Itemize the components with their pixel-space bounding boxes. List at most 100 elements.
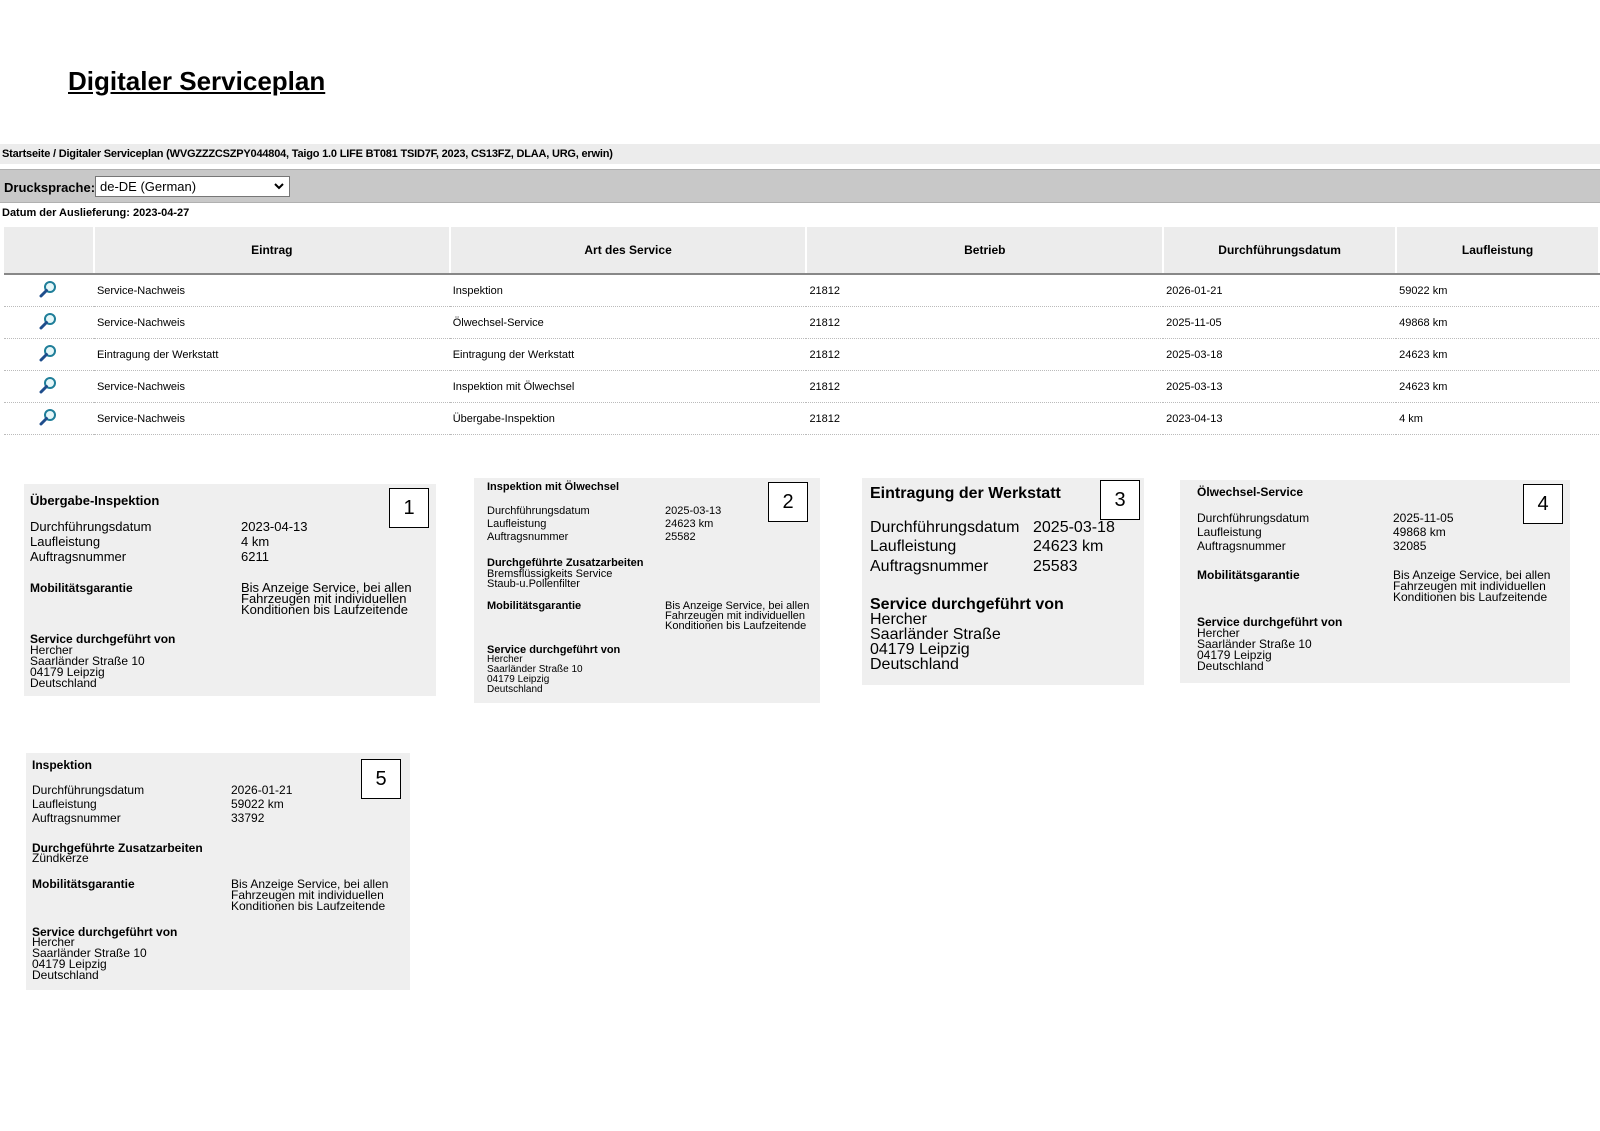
value-mileage: 24623 km xyxy=(665,518,714,530)
label-mobility: Mobilitätsgarantie xyxy=(32,877,135,891)
service-card-4: Ölwechsel-Service 4 Durchführungsdatum 2… xyxy=(1180,480,1570,683)
service-card-1: Übergabe-Inspektion 1 Durchführungsdatum… xyxy=(24,484,436,696)
cell-mileage: 59022 km xyxy=(1396,274,1599,307)
magnifier-icon[interactable] xyxy=(4,306,94,339)
value-date: 2025-11-05 xyxy=(1393,511,1454,525)
label-mileage: Laufleistung xyxy=(870,538,957,555)
label-mobility: Mobilitätsgarantie xyxy=(30,581,133,595)
extra-work-list: Bremsflüssigkeits Service Staub-u.Pollenf… xyxy=(487,568,613,590)
value-order: 32085 xyxy=(1393,539,1427,553)
breadcrumb: Startseite / Digitaler Serviceplan (WVGZ… xyxy=(0,144,1600,164)
value-order: 25582 xyxy=(665,531,696,543)
print-language-label: Drucksprache: xyxy=(4,180,96,195)
card-title: Ölwechsel-Service xyxy=(1197,485,1304,499)
service-entries-table: Eintrag Art des Service Betrieb Durchfüh… xyxy=(4,227,1600,435)
cell-mileage: 49868 km xyxy=(1396,306,1599,339)
workshop-address: Hercher Saarländer Straße 10 04179 Leipzig… xyxy=(30,643,145,690)
card-title: Inspektion xyxy=(32,758,93,772)
service-card-5: Inspektion 5 Durchführungsdatum 2026-01-… xyxy=(26,753,410,990)
table-row: Service-Nachweis Inspektion mit Ölwechsel… xyxy=(4,370,1599,403)
card-number: 2 xyxy=(768,482,808,522)
service-card-3: Eintragung der Werkstatt 3 Durchführungs… xyxy=(862,478,1144,685)
column-header xyxy=(4,227,95,275)
magnifier-icon[interactable] xyxy=(4,338,94,371)
cell-entry: Eintragung der Werkstatt xyxy=(93,338,450,371)
mobility-text: Bis Anzeige Service, bei allen Fahrzeugen… xyxy=(241,580,412,617)
workshop-address: Hercher Saarländer Straße 10 04179 Leipzig… xyxy=(1197,626,1312,673)
table-row: Service-Nachweis Ölwechsel-Service 21812 20… xyxy=(4,306,1599,339)
cell-service-type: Inspektion xyxy=(449,274,807,307)
label-mobility: Mobilitätsgarantie xyxy=(487,600,582,612)
label-mileage: Laufleistung xyxy=(32,797,97,811)
column-header-service-type: Art des Service xyxy=(449,227,808,275)
chevron-down-icon xyxy=(273,177,285,202)
card-number: 5 xyxy=(361,759,401,799)
value-order: 6211 xyxy=(241,549,269,564)
column-header-workshop: Betrieb xyxy=(806,227,1165,275)
cell-entry: Service-Nachweis xyxy=(93,402,450,435)
label-order: Auftragsnummer xyxy=(487,531,569,543)
label-mileage: Laufleistung xyxy=(487,518,547,530)
print-language-bar: Drucksprache: de-DE (German) xyxy=(0,169,1600,203)
print-language-value: de-DE (German) xyxy=(100,179,197,194)
cell-mileage: 4 km xyxy=(1396,402,1599,435)
label-order: Auftragsnummer xyxy=(30,549,127,564)
value-date: 2026-01-21 xyxy=(231,783,293,797)
column-header-mileage: Laufleistung xyxy=(1396,227,1600,275)
value-date: 2025-03-18 xyxy=(1033,519,1115,536)
cell-entry: Service-Nachweis xyxy=(93,306,450,339)
label-date: Durchführungsdatum xyxy=(870,519,1020,536)
cell-service-type: Ölwechsel-Service xyxy=(449,306,807,339)
label-order: Auftragsnummer xyxy=(870,558,989,575)
value-mileage: 24623 km xyxy=(1033,538,1104,555)
card-number: 3 xyxy=(1100,480,1140,520)
label-date: Durchführungsdatum xyxy=(32,783,145,797)
cell-date: 2025-03-18 xyxy=(1163,338,1397,371)
column-header-date: Durchführungsdatum xyxy=(1163,227,1398,275)
cell-workshop: 21812 xyxy=(806,274,1164,307)
table-row: Service-Nachweis Übergabe-Inspektion 21812… xyxy=(4,402,1599,435)
cell-service-type: Inspektion mit Ölwechsel xyxy=(449,370,807,403)
magnifier-icon[interactable] xyxy=(4,274,94,307)
value-order: 33792 xyxy=(231,811,265,825)
table-header-row: Eintrag Art des Service Betrieb Durchfüh… xyxy=(4,227,1600,275)
table-row: Service-Nachweis Inspektion 21812 2026-01-2… xyxy=(4,274,1599,307)
cell-workshop: 21812 xyxy=(806,370,1164,403)
cell-date: 2026-01-21 xyxy=(1163,274,1397,307)
card-title: Inspektion mit Ölwechsel xyxy=(487,481,620,493)
label-date: Durchführungsdatum xyxy=(1197,511,1310,525)
card-title: Übergabe-Inspektion xyxy=(30,493,160,508)
cell-entry: Service-Nachweis xyxy=(93,370,450,403)
cell-service-type: Übergabe-Inspektion xyxy=(449,402,807,435)
print-language-select[interactable]: de-DE (German) xyxy=(95,176,290,197)
value-mileage: 59022 km xyxy=(231,797,284,811)
label-order: Auftragsnummer xyxy=(1197,539,1286,553)
label-mobility: Mobilitätsgarantie xyxy=(1197,568,1300,582)
value-mileage: 49868 km xyxy=(1393,525,1446,539)
cell-entry: Service-Nachweis xyxy=(93,274,450,307)
cell-workshop: 21812 xyxy=(806,306,1164,339)
service-card-2: Inspektion mit Ölwechsel 2 Durchführungs… xyxy=(474,478,820,703)
magnifier-icon[interactable] xyxy=(4,370,94,403)
label-order: Auftragsnummer xyxy=(32,811,121,825)
label-mileage: Laufleistung xyxy=(1197,525,1262,539)
label-date: Durchführungsdatum xyxy=(30,519,152,534)
column-header-entry: Eintrag xyxy=(93,227,451,275)
mobility-text: Bis Anzeige Service, bei allen Fahrzeugen… xyxy=(231,877,389,913)
workshop-address: Hercher Saarländer Straße 10 04179 Leipzig… xyxy=(487,654,583,695)
table-row: Eintragung der Werkstatt Eintragung der W… xyxy=(4,338,1599,371)
page-title: Digitaler Serviceplan xyxy=(68,66,326,96)
cell-mileage: 24623 km xyxy=(1396,370,1599,403)
magnifier-icon[interactable] xyxy=(4,402,94,435)
value-order: 25583 xyxy=(1033,558,1078,575)
workshop-address: Hercher Saarländer Straße 04179 Leipzig Deu… xyxy=(870,611,1001,673)
cell-date: 2025-11-05 xyxy=(1163,306,1397,339)
cell-date: 2025-03-13 xyxy=(1163,370,1397,403)
label-date: Durchführungsdatum xyxy=(487,505,590,517)
card-number: 1 xyxy=(389,488,429,528)
cell-date: 2023-04-13 xyxy=(1163,402,1397,435)
delivery-date: Datum der Auslieferung: 2023-04-27 xyxy=(2,207,190,219)
extra-work-list: Zündkerze xyxy=(32,851,89,865)
card-number: 4 xyxy=(1523,484,1563,524)
value-date: 2023-04-13 xyxy=(241,519,308,534)
